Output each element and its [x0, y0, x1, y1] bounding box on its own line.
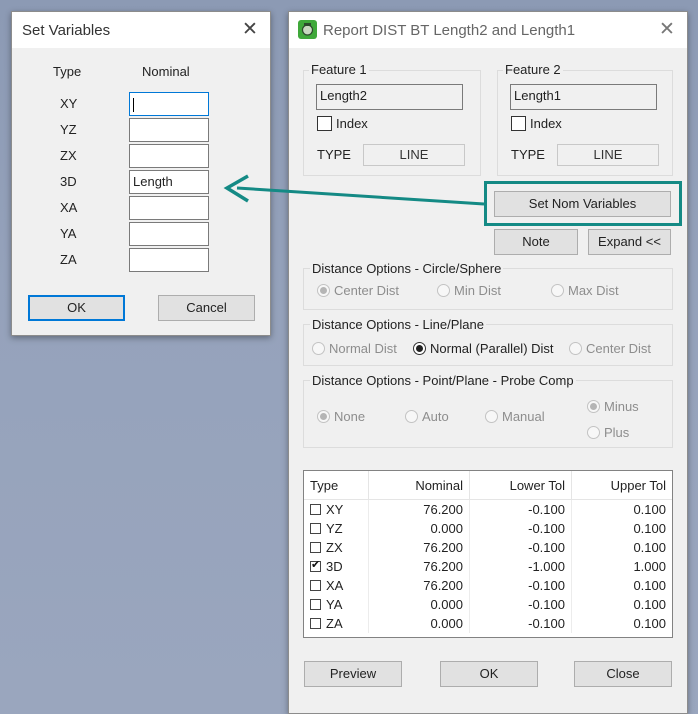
annotation-arrow	[223, 174, 485, 206]
